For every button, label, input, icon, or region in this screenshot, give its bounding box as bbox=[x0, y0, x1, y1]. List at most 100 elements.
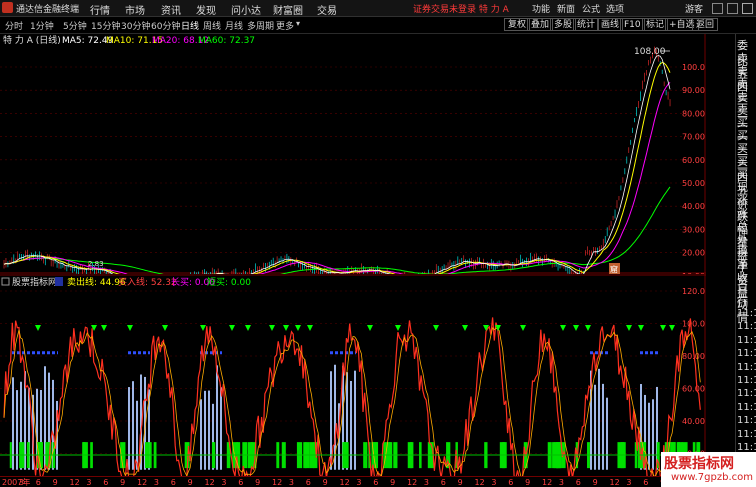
date-tick: 3 bbox=[289, 478, 294, 487]
period-fenshi[interactable]: 分时 bbox=[5, 19, 23, 32]
price-chart[interactable]: 特 力 A (日线) MA5: 72.49 MA10: 71.15 MA20: … bbox=[0, 34, 706, 274]
app-name: 通达信金融终端 bbox=[16, 5, 80, 15]
date-tick: 9 bbox=[593, 478, 598, 487]
login-status: 证券交易未登录 特 力 A bbox=[413, 5, 509, 15]
indicator-chart[interactable]: 股票指标网 卖出线: 44.96 买入线: 52.32 长买: 0.00 短买:… bbox=[0, 274, 706, 476]
indicator-axis-label: 120.0 bbox=[682, 287, 705, 296]
period-weekly[interactable]: 周线 bbox=[203, 19, 221, 32]
price-axis-label: 30.00 bbox=[682, 225, 705, 234]
menu-zixun[interactable]: 资讯 bbox=[161, 2, 181, 17]
user-guest[interactable]: 游客 bbox=[685, 2, 703, 15]
period-5min[interactable]: 5分钟 bbox=[63, 19, 87, 32]
indicator-name: 股票指标网 bbox=[12, 276, 57, 288]
low-label: 2.83 bbox=[88, 260, 104, 268]
date-tick: 3 bbox=[559, 478, 564, 487]
indicator-axis-label: 40.00 bbox=[682, 417, 705, 426]
price-axis-label: 70.00 bbox=[682, 133, 705, 142]
chevron-down-icon[interactable]: ▾ bbox=[296, 19, 300, 28]
indicator-bar bbox=[208, 390, 210, 470]
menu-wenxiaoda[interactable]: 问小达 bbox=[231, 2, 261, 17]
date-tick: 12 bbox=[272, 478, 282, 487]
date-tick: 6 bbox=[171, 478, 176, 487]
date-tick: 2007年 bbox=[2, 477, 30, 487]
buy-line-label: 买入线: 52.32 bbox=[118, 276, 177, 288]
date-tick: 12 bbox=[407, 478, 417, 487]
period-multi[interactable]: 多周期 bbox=[247, 19, 274, 32]
date-tick: 6 bbox=[373, 478, 378, 487]
menu-faxian[interactable]: 发现 bbox=[196, 2, 216, 17]
indicator-bar bbox=[220, 387, 222, 470]
indicator-bar bbox=[204, 390, 206, 470]
tick-time: 11:1 bbox=[737, 308, 756, 319]
date-tick: 12 bbox=[137, 478, 147, 487]
price-axis-label: 90.00 bbox=[682, 86, 705, 95]
period-daily[interactable]: 日线 bbox=[181, 19, 199, 32]
close-icon[interactable] bbox=[742, 3, 753, 14]
ma60-label: MA60: 72.37 bbox=[198, 36, 255, 46]
menu-shichang[interactable]: 市场 bbox=[125, 2, 145, 17]
indicator-bar bbox=[12, 377, 14, 470]
menu-gongshi[interactable]: 公式 bbox=[582, 2, 600, 15]
date-tick: 9 bbox=[390, 478, 395, 487]
indicator-bar bbox=[132, 381, 134, 470]
price-axis-label: 100.0 bbox=[682, 63, 705, 72]
price-axis-label: 80.00 bbox=[682, 109, 705, 118]
date-tick: 6 bbox=[441, 478, 446, 487]
menu-xinmian[interactable]: 新面 bbox=[557, 2, 575, 15]
quote-panel: 委比 卖五 卖四 卖三 卖二 卖一 买一 买二 买三 买四 买五 现价 涨跌 涨幅 总量 外盘 换手 净资 收益 自动… bbox=[735, 34, 756, 487]
date-tick: 12 bbox=[340, 478, 350, 487]
menu-gongneng[interactable]: 功能 bbox=[532, 2, 550, 15]
date-tick: 6 bbox=[36, 478, 41, 487]
date-tick: 9 bbox=[458, 478, 463, 487]
tick-time: 11:1 bbox=[737, 361, 756, 373]
date-tick: 6 bbox=[643, 478, 648, 487]
tick-time: 11:1 bbox=[737, 348, 756, 360]
period-15min[interactable]: 15分钟 bbox=[91, 19, 120, 32]
period-more[interactable]: 更多 bbox=[276, 19, 294, 32]
tick-time: 11:1 bbox=[737, 415, 756, 427]
date-tick: 3 bbox=[86, 478, 91, 487]
indicator-bar bbox=[602, 383, 604, 470]
title-bar: 通达信金融终端 行情 市场 资讯 发现 问小达 财富圈 交易 证券交易未登录 特… bbox=[0, 0, 756, 17]
stock-label: 特 力 A (日线) bbox=[3, 34, 61, 46]
maximize-icon[interactable] bbox=[727, 3, 738, 14]
back-button[interactable]: 返回 bbox=[692, 18, 719, 31]
price-axis-label: 50.00 bbox=[682, 179, 705, 188]
menu-hangqing[interactable]: 行情 bbox=[90, 2, 110, 17]
tick-time: 11:1 bbox=[737, 428, 756, 440]
minimize-icon[interactable] bbox=[712, 3, 723, 14]
indicator-bar bbox=[606, 397, 608, 470]
app-logo-icon bbox=[2, 2, 13, 13]
date-tick: 3 bbox=[424, 478, 429, 487]
date-tick: 3 bbox=[221, 478, 226, 487]
date-axis: 2007年3 6 9 12 3 6 9 12 3 6 9 12 3 6 9 12 3 6 9 12 3 6 9 12 3 6 9 12… bbox=[0, 476, 706, 487]
date-tick: 3 bbox=[19, 478, 24, 487]
high-label: 108.00 bbox=[634, 47, 666, 57]
date-tick: 12 bbox=[610, 478, 620, 487]
date-tick: 3 bbox=[154, 478, 159, 487]
date-tick: 12 bbox=[542, 478, 552, 487]
f10-button[interactable]: F10 bbox=[620, 18, 645, 31]
indicator-axis-label: 60.00 bbox=[682, 385, 705, 394]
date-tick: 9 bbox=[525, 478, 530, 487]
period-30min[interactable]: 30分钟 bbox=[121, 19, 150, 32]
indicator-flag-icon bbox=[55, 277, 63, 286]
date-tick: 6 bbox=[306, 478, 311, 487]
date-tick: 9 bbox=[188, 478, 193, 487]
period-monthly[interactable]: 月线 bbox=[225, 19, 243, 32]
period-1min[interactable]: 1分钟 bbox=[30, 19, 54, 32]
tick-time: 11:1 bbox=[737, 388, 756, 400]
date-tick: 12 bbox=[70, 478, 80, 487]
watermark: 股票指标网 www.7gpzb.com bbox=[661, 452, 756, 487]
menu-xuanxiang[interactable]: 选项 bbox=[606, 2, 624, 15]
period-60min[interactable]: 60分钟 bbox=[151, 19, 180, 32]
date-tick: 12 bbox=[475, 478, 485, 487]
menu-caifuquan[interactable]: 财富圈 bbox=[273, 2, 303, 17]
short-buy-label: 短买: 0.00 bbox=[207, 276, 251, 288]
tick-time: 11:1 bbox=[737, 401, 756, 413]
date-tick: 9 bbox=[255, 478, 260, 487]
tick-time: 11:1 bbox=[737, 334, 756, 346]
menu-jiaoyi[interactable]: 交易 bbox=[317, 2, 337, 17]
date-tick: 3 bbox=[491, 478, 496, 487]
tongji-button[interactable]: 统计 bbox=[573, 18, 600, 31]
